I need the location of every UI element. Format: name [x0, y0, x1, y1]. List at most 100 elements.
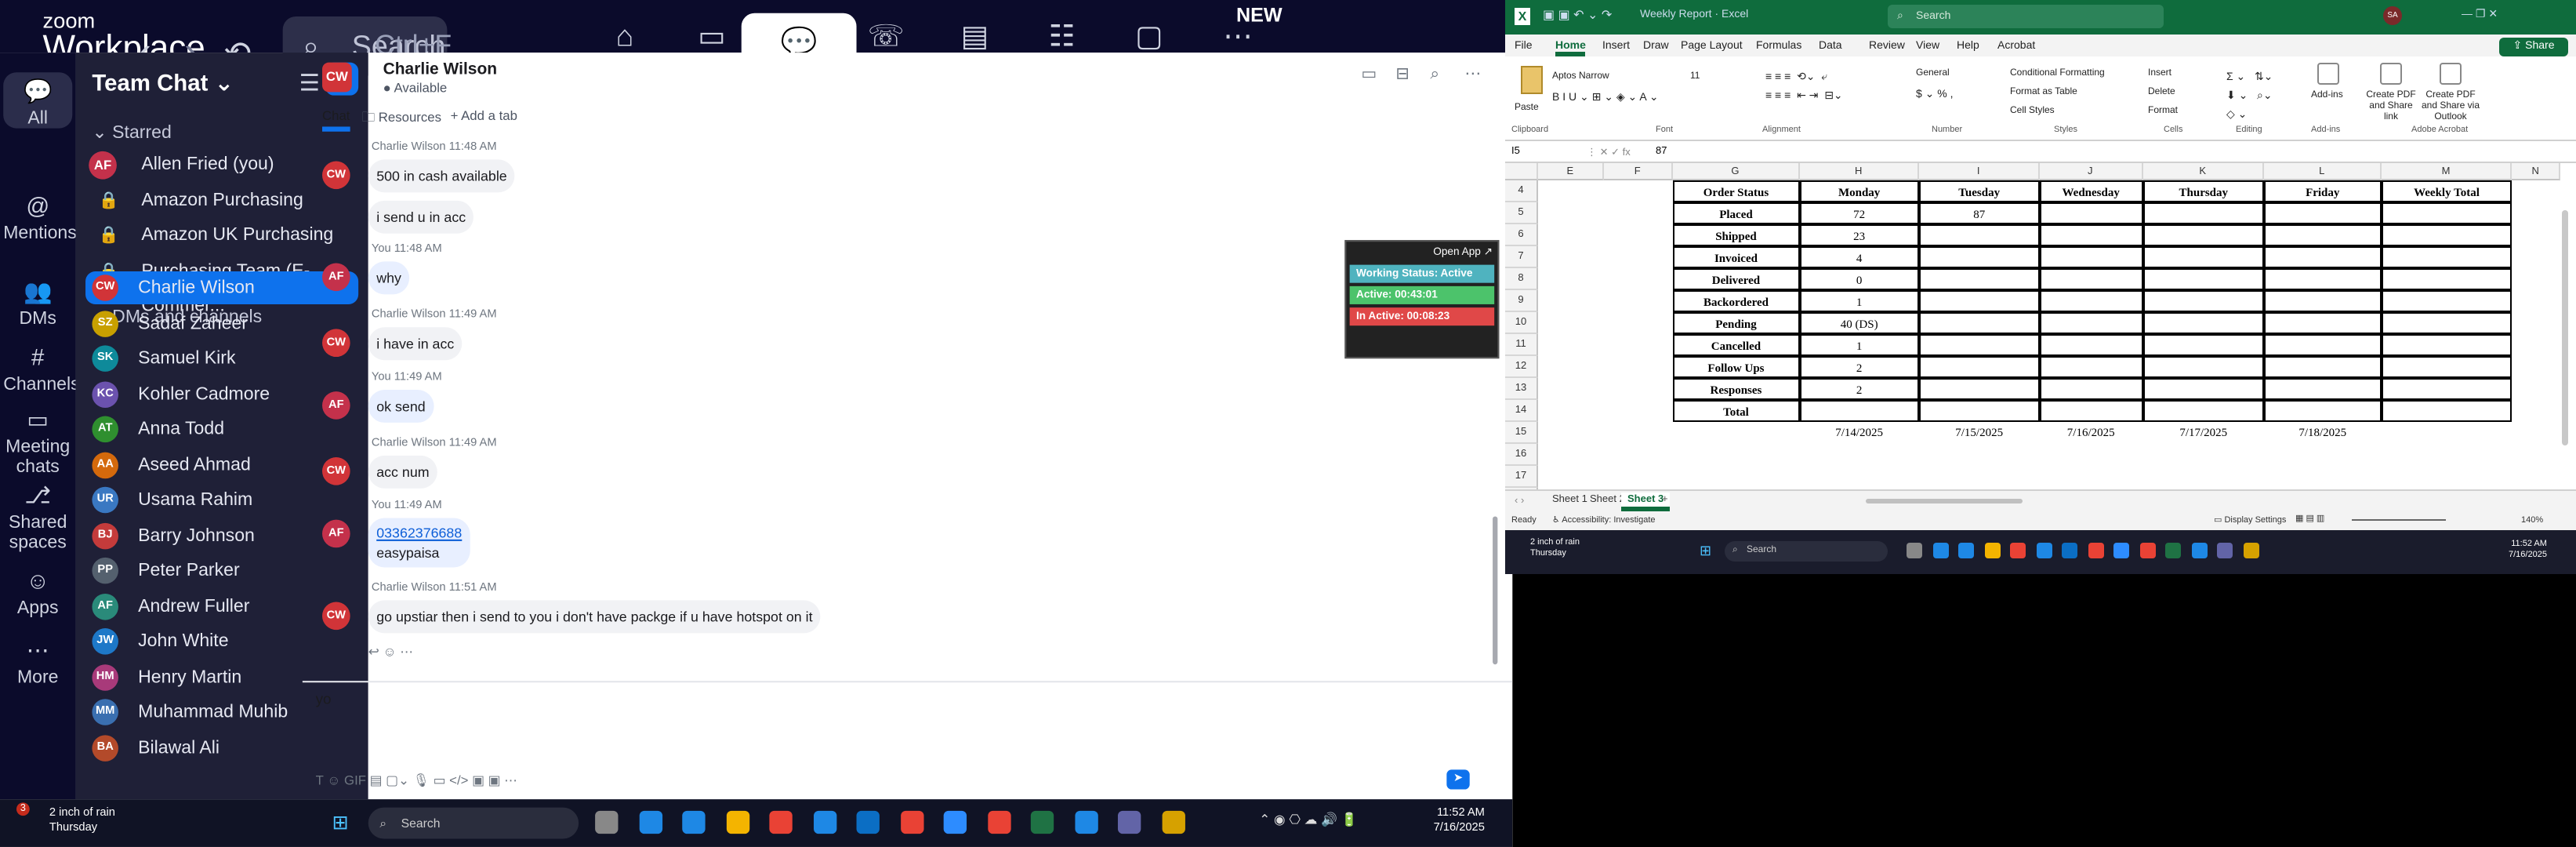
column-header-H[interactable]: H: [1799, 163, 1920, 180]
row-header-13[interactable]: 13: [1505, 378, 1538, 400]
dm-item[interactable]: CW Charlie Wilson: [85, 271, 359, 304]
row-header-11[interactable]: 11: [1505, 334, 1538, 356]
dm-item[interactable]: HM Henry Martin: [85, 660, 358, 693]
dm-item[interactable]: BJ Barry Johnson: [85, 519, 358, 552]
taskbar-app-icon[interactable]: [943, 810, 967, 834]
display-settings[interactable]: ▭ Display Settings: [2214, 516, 2286, 525]
add-sheet-button[interactable]: +: [1662, 494, 1668, 505]
send-button[interactable]: ➤: [1446, 769, 1470, 790]
row-header-16[interactable]: 16: [1505, 444, 1538, 466]
taskbar-app-icon[interactable]: [1117, 810, 1141, 834]
insert-button[interactable]: Insert: [2148, 69, 2171, 78]
taskbar-app-icon[interactable]: [682, 810, 706, 834]
create-pdf-share-link-button[interactable]: Create PDF and Share link: [2361, 91, 2421, 124]
conditional-formatting-button[interactable]: Conditional Formatting: [2010, 69, 2105, 78]
composer-input[interactable]: yo: [316, 691, 332, 707]
dm-item[interactable]: UR Usama Rahim: [85, 484, 358, 517]
column-header-G[interactable]: G: [1672, 163, 1800, 180]
name-box[interactable]: I5: [1511, 146, 1520, 157]
taskbar-app-icon[interactable]: [812, 810, 836, 834]
row-header-12[interactable]: 12: [1505, 356, 1538, 378]
start-icon[interactable]: ⊞: [1700, 543, 1711, 560]
number-buttons[interactable]: $ ⌄ % ,: [1916, 88, 1954, 100]
horizontal-scrollbar[interactable]: [1866, 499, 2023, 503]
rail-mentions[interactable]: @ Mentions: [3, 187, 77, 243]
date-cell[interactable]: 7/14/2025: [1799, 422, 1919, 444]
taskbar-app-icon[interactable]: [987, 810, 1010, 834]
row-header-14[interactable]: 14: [1505, 400, 1538, 422]
weather-widget[interactable]: 2 inch of rain Thursday: [1515, 538, 1580, 560]
taskbar-app-icon[interactable]: [2036, 543, 2052, 558]
filter-icon[interactable]: ☰: [299, 69, 320, 97]
corner-cell[interactable]: [1505, 163, 1538, 180]
taskbar-app-icon[interactable]: [2113, 543, 2129, 558]
taskbar-app-icon[interactable]: [2243, 543, 2259, 558]
starred-item[interactable]: 🔒 Amazon UK Purchasing: [79, 219, 365, 253]
weather-widget[interactable]: 3 2 inch of rain Thursday: [16, 802, 115, 836]
taskbar-app-icon[interactable]: [2191, 543, 2207, 558]
sheet-nav[interactable]: ‹ ›: [1515, 496, 1524, 507]
column-header-I[interactable]: I: [1919, 163, 2040, 180]
taskbar-app-icon[interactable]: [638, 810, 662, 834]
search-icon[interactable]: ⌕: [1430, 66, 1439, 84]
tray-icons[interactable]: ⌃ ◉ ⎔ ☁ 🔊 🔋: [1259, 812, 1357, 827]
pdf-link-icon[interactable]: [2380, 63, 2402, 85]
video-icon[interactable]: ▭: [1361, 66, 1377, 84]
menu-home[interactable]: Home: [1555, 41, 1586, 56]
menu-insert[interactable]: Insert: [1602, 41, 1630, 52]
dm-item[interactable]: PP Peter Parker: [85, 554, 358, 587]
formula-input[interactable]: 87: [1656, 146, 1667, 157]
taskbar-search[interactable]: ⌕ Search: [368, 807, 579, 839]
format-button[interactable]: Format: [2148, 107, 2178, 116]
editing-buttons[interactable]: Σ ⌄ ⇅⌄ ⬇ ⌄ ⌕⌄ ◇ ⌄: [2226, 69, 2273, 125]
date-cell[interactable]: 7/15/2025: [1919, 422, 2039, 444]
taskbar-app-icon[interactable]: [1984, 543, 2000, 558]
taskbar-app-icon[interactable]: [1907, 543, 1922, 558]
status-accessibility[interactable]: ♿ Accessibility: Investigate: [1552, 516, 1656, 525]
taskbar-app-icon[interactable]: [595, 810, 619, 834]
open-app-link[interactable]: Open App ↗: [1346, 242, 1497, 261]
column-header-L[interactable]: L: [2264, 163, 2382, 180]
date-cell[interactable]: 7/16/2025: [2039, 422, 2142, 444]
taskbar-app-icon[interactable]: [1932, 543, 1948, 558]
column-header-M[interactable]: M: [2381, 163, 2513, 180]
addins-icon[interactable]: [2317, 63, 2339, 85]
dm-item[interactable]: AF Andrew Fuller: [85, 590, 358, 623]
menu-view[interactable]: View: [1916, 41, 1939, 52]
window-controls[interactable]: — ❐ ✕: [2462, 8, 2498, 20]
row-header-8[interactable]: 8: [1505, 268, 1538, 290]
row-header-9[interactable]: 9: [1505, 290, 1538, 312]
zoom-slider[interactable]: [2352, 519, 2446, 521]
split-icon[interactable]: ⊟: [1395, 66, 1410, 84]
taskbar-app-icon[interactable]: [1958, 543, 1974, 558]
rail-all[interactable]: 💬 All: [3, 72, 73, 129]
start-icon[interactable]: ⊞: [332, 811, 349, 834]
menu-formulas[interactable]: Formulas: [1756, 41, 1801, 52]
reply-icon[interactable]: ↩ ☺ ⋯: [368, 645, 413, 660]
column-header-E[interactable]: E: [1537, 163, 1604, 180]
create-pdf-outlook-button[interactable]: Create PDF and Share via Outlook: [2421, 91, 2480, 124]
dm-item[interactable]: BA Bilawal Ali: [85, 731, 358, 764]
column-header-N[interactable]: N: [2512, 163, 2560, 180]
format-as-table-button[interactable]: Format as Table: [2010, 88, 2077, 97]
rail-more[interactable]: ⋯ More: [3, 631, 72, 688]
row-header-10[interactable]: 10: [1505, 312, 1538, 334]
column-header-K[interactable]: K: [2142, 163, 2265, 180]
menu-review[interactable]: Review: [1869, 41, 1905, 52]
dm-item[interactable]: SK Samuel Kirk: [85, 342, 358, 375]
menu-data[interactable]: Data: [1819, 41, 1842, 52]
scrollbar[interactable]: [1493, 516, 1498, 665]
rail-dms[interactable]: 👥 DMs: [3, 273, 72, 329]
row-header-6[interactable]: 6: [1505, 224, 1538, 246]
taskbar-app-icon[interactable]: [2139, 543, 2155, 558]
taskbar-app-icon[interactable]: [2062, 543, 2077, 558]
taskbar-app-icon[interactable]: [725, 810, 749, 834]
taskbar-app-icon[interactable]: [1074, 810, 1098, 834]
row-header-5[interactable]: 5: [1505, 202, 1538, 224]
row-header-7[interactable]: 7: [1505, 246, 1538, 268]
starred-header[interactable]: ⌄ Starred: [92, 122, 171, 143]
dm-item[interactable]: JW John White: [85, 625, 358, 658]
paste-icon[interactable]: [1521, 66, 1543, 94]
menu-page-layout[interactable]: Page Layout: [1681, 41, 1743, 52]
taskbar-app-icon[interactable]: [1161, 810, 1185, 834]
